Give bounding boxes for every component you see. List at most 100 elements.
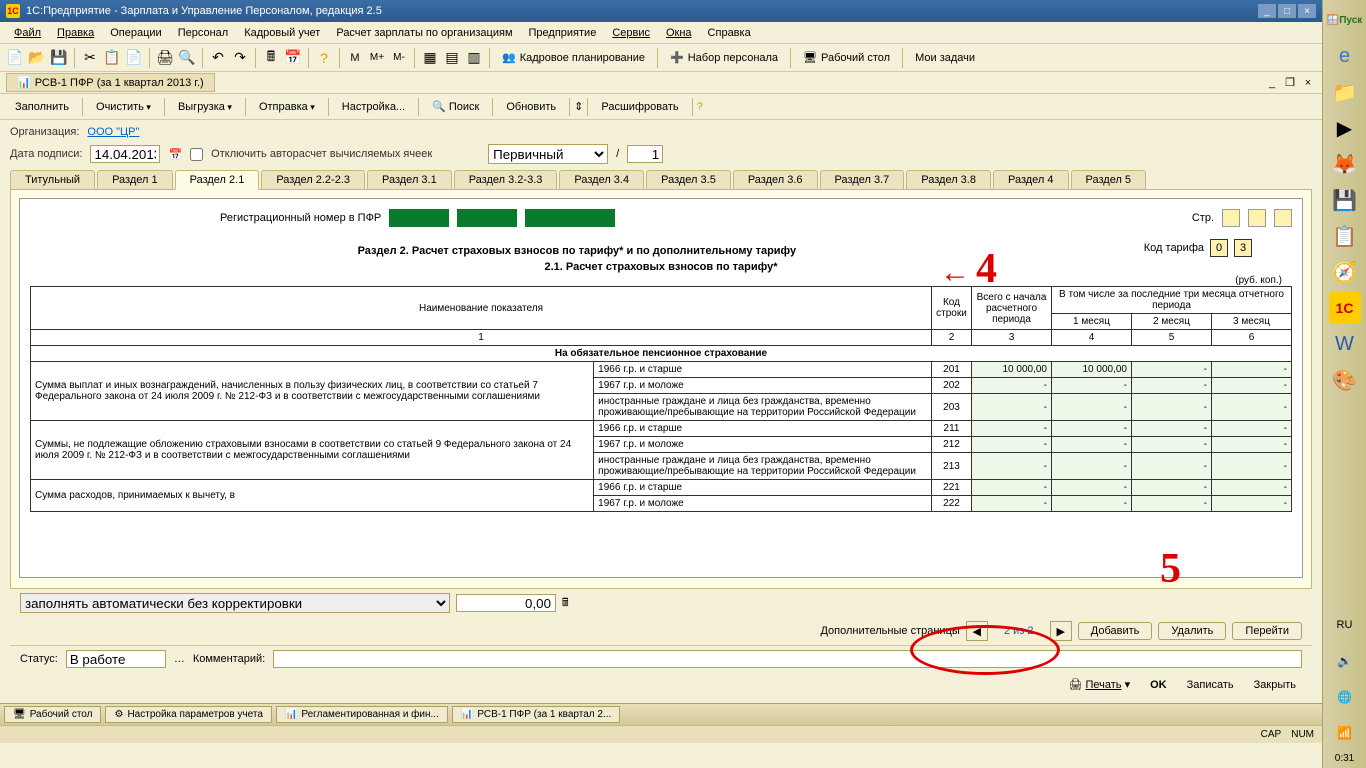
- save-button[interactable]: Записать: [1181, 677, 1240, 693]
- help2-icon[interactable]: ?: [697, 101, 703, 113]
- paint-icon[interactable]: 🎨: [1329, 364, 1361, 396]
- cell[interactable]: -: [1212, 437, 1292, 453]
- tab-12[interactable]: Раздел 5: [1071, 170, 1147, 190]
- hr-planning-button[interactable]: 👥 Кадровое планирование: [496, 49, 651, 66]
- add-page-button[interactable]: Добавить: [1078, 622, 1153, 640]
- cell[interactable]: -: [1212, 496, 1292, 512]
- folder-icon[interactable]: 📁: [1329, 76, 1361, 108]
- cell[interactable]: -: [972, 378, 1052, 394]
- tab-1[interactable]: Раздел 1: [97, 170, 173, 190]
- cal-icon[interactable]: 📅: [284, 49, 302, 67]
- find-icon[interactable]: 🔍: [178, 49, 196, 67]
- cell[interactable]: -: [1132, 453, 1212, 480]
- ok-button[interactable]: OK: [1144, 677, 1173, 693]
- new-icon[interactable]: 📄: [6, 49, 24, 67]
- tray-icon[interactable]: 🔊: [1329, 645, 1361, 677]
- close-icon[interactable]: ×: [1298, 4, 1316, 18]
- settings-button[interactable]: Настройка...: [333, 98, 414, 116]
- cell[interactable]: -: [1052, 496, 1132, 512]
- fill-amount-input[interactable]: [456, 594, 556, 612]
- org-link[interactable]: ООО "ЦР": [87, 126, 139, 138]
- page-box-3[interactable]: [1274, 209, 1292, 227]
- menu-edit[interactable]: Правка: [49, 25, 102, 41]
- cell[interactable]: -: [1212, 378, 1292, 394]
- cell[interactable]: -: [1052, 480, 1132, 496]
- notes-icon[interactable]: 📋: [1329, 220, 1361, 252]
- status-picker-icon[interactable]: …: [174, 653, 185, 665]
- tab-7[interactable]: Раздел 3.5: [646, 170, 731, 190]
- cell[interactable]: -: [972, 421, 1052, 437]
- refresh-button[interactable]: Обновить: [497, 98, 565, 116]
- undo-icon[interactable]: ↶: [209, 49, 227, 67]
- m-icon[interactable]: M: [346, 49, 364, 67]
- cell[interactable]: -: [1132, 496, 1212, 512]
- cell[interactable]: -: [1212, 453, 1292, 480]
- maximize-icon[interactable]: □: [1278, 4, 1296, 18]
- cell[interactable]: -: [1052, 394, 1132, 421]
- layout2-icon[interactable]: ▤: [443, 49, 461, 67]
- menu-personnel[interactable]: Персонал: [170, 25, 237, 41]
- doc-minimize-icon[interactable]: _: [1264, 76, 1280, 90]
- cell[interactable]: -: [972, 394, 1052, 421]
- desktop-button[interactable]: 🖥 Рабочий стол: [797, 49, 896, 66]
- menu-windows[interactable]: Окна: [658, 25, 700, 41]
- tab-11[interactable]: Раздел 4: [993, 170, 1069, 190]
- cell[interactable]: -: [1212, 362, 1292, 378]
- reg-field-2[interactable]: [457, 209, 517, 227]
- tab-6[interactable]: Раздел 3.4: [559, 170, 644, 190]
- del-page-button[interactable]: Удалить: [1158, 622, 1226, 640]
- expand-icon[interactable]: ⇕: [574, 100, 583, 113]
- open-icon[interactable]: 📂: [28, 49, 46, 67]
- cell[interactable]: -: [1052, 453, 1132, 480]
- help-icon[interactable]: ?: [315, 49, 333, 67]
- tab-8[interactable]: Раздел 3.6: [733, 170, 818, 190]
- media-icon[interactable]: ▶: [1329, 112, 1361, 144]
- fill-button[interactable]: Заполнить: [6, 98, 78, 116]
- reg-field-3[interactable]: [525, 209, 615, 227]
- cut-icon[interactable]: ✂: [81, 49, 99, 67]
- doc-restore-icon[interactable]: ❐: [1282, 76, 1298, 90]
- date-picker-icon[interactable]: 📅: [168, 148, 182, 161]
- cell[interactable]: -: [1052, 421, 1132, 437]
- menu-help[interactable]: Справка: [700, 25, 759, 41]
- cell[interactable]: -: [1132, 362, 1212, 378]
- menu-payroll[interactable]: Расчет зарплаты по организациям: [328, 25, 520, 41]
- primary-num-input[interactable]: [627, 145, 663, 163]
- send-button[interactable]: Отправка: [250, 98, 324, 116]
- autocheck-checkbox[interactable]: [190, 148, 203, 161]
- cell[interactable]: -: [972, 496, 1052, 512]
- clock[interactable]: 0:31: [1335, 753, 1354, 764]
- taskbar-desktop[interactable]: 🖥 Рабочий стол: [4, 706, 101, 723]
- menu-hr[interactable]: Кадровый учет: [236, 25, 328, 41]
- cell[interactable]: 10 000,00: [972, 362, 1052, 378]
- taskbar-reports[interactable]: 📊 Регламентированная и фин...: [276, 706, 448, 723]
- primary-select[interactable]: Первичный: [488, 144, 608, 164]
- tray-icon2[interactable]: 🌐: [1329, 681, 1361, 713]
- pager-next-icon[interactable]: ▶: [1050, 621, 1072, 641]
- tab-2[interactable]: Раздел 2.1: [175, 170, 260, 190]
- cell[interactable]: -: [1212, 394, 1292, 421]
- start-button[interactable]: 🪟Пуск: [1329, 4, 1361, 36]
- tab-3[interactable]: Раздел 2.2-2.3: [261, 170, 365, 190]
- decode-button[interactable]: Расшифровать: [592, 98, 687, 116]
- document-tab[interactable]: 📊 РСВ-1 ПФР (за 1 квартал 2013 г.): [6, 73, 215, 92]
- doc-close-icon[interactable]: ×: [1300, 76, 1316, 90]
- compass-icon[interactable]: 🧭: [1329, 256, 1361, 288]
- layout1-icon[interactable]: ▦: [421, 49, 439, 67]
- layout3-icon[interactable]: ▥: [465, 49, 483, 67]
- mminus-icon[interactable]: M-: [390, 49, 408, 67]
- save-icon[interactable]: 💾: [50, 49, 68, 67]
- ie-icon[interactable]: e: [1329, 40, 1361, 72]
- tariff-code-1[interactable]: 0: [1210, 239, 1228, 257]
- tariff-code-2[interactable]: 3: [1234, 239, 1252, 257]
- date-input[interactable]: [90, 145, 160, 163]
- status-input[interactable]: [66, 650, 166, 668]
- save-dock-icon[interactable]: 💾: [1329, 184, 1361, 216]
- tab-5[interactable]: Раздел 3.2-3.3: [454, 170, 558, 190]
- cell[interactable]: -: [1132, 437, 1212, 453]
- page-box-1[interactable]: [1222, 209, 1240, 227]
- cell[interactable]: -: [1132, 378, 1212, 394]
- print-icon[interactable]: 🖨: [156, 49, 174, 67]
- calc-icon[interactable]: 🖩: [262, 49, 280, 67]
- tab-10[interactable]: Раздел 3.8: [906, 170, 991, 190]
